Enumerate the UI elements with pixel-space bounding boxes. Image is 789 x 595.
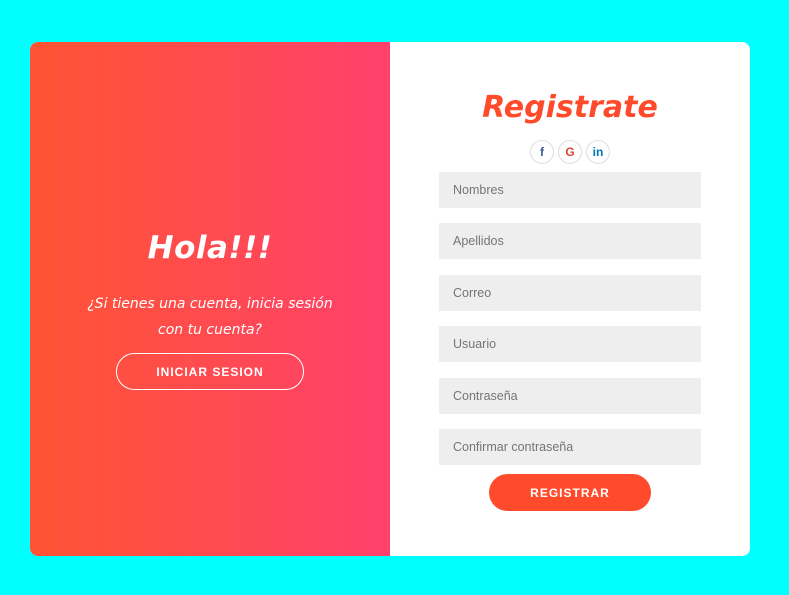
register-button[interactable]: REGISTRAR <box>489 474 651 511</box>
social-login-row: f G in <box>390 140 750 164</box>
apellidos-input[interactable] <box>439 223 701 259</box>
confirmar-contrasena-input[interactable] <box>439 429 701 465</box>
contrasena-input[interactable] <box>439 378 701 414</box>
nombres-input[interactable] <box>439 172 701 208</box>
register-title: Registrate <box>482 90 658 125</box>
login-button[interactable]: INICIAR SESION <box>116 353 304 390</box>
usuario-input[interactable] <box>439 326 701 362</box>
google-icon[interactable]: G <box>558 140 582 164</box>
auth-card: Hola!!! ¿Si tienes una cuenta, inicia se… <box>30 42 750 556</box>
welcome-panel: Hola!!! ¿Si tienes una cuenta, inicia se… <box>30 42 390 556</box>
welcome-title: Hola!!! <box>147 230 273 266</box>
register-panel: Registrate f G in REGISTRAR <box>390 42 750 556</box>
linkedin-icon[interactable]: in <box>586 140 610 164</box>
correo-input[interactable] <box>439 275 701 311</box>
welcome-subtitle: ¿Si tienes una cuenta, inicia sesión con… <box>87 296 333 338</box>
facebook-icon[interactable]: f <box>530 140 554 164</box>
